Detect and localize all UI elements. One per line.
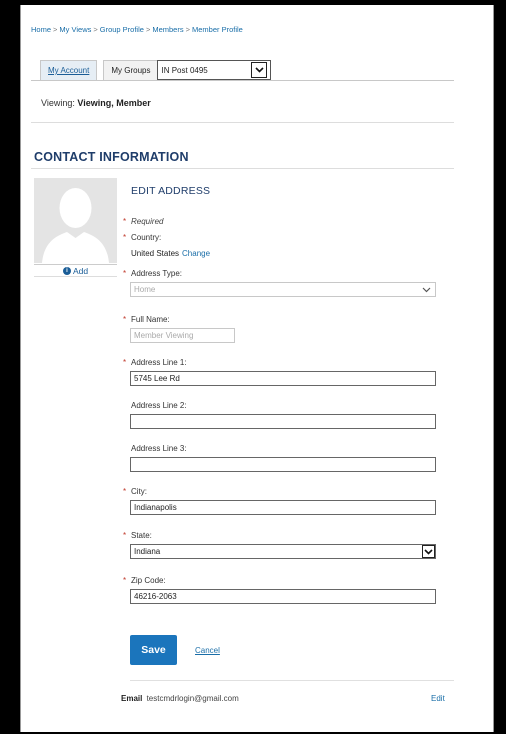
city-value: Indianapolis [134, 503, 177, 512]
zip-value: 46216-2063 [134, 592, 177, 601]
chevron-down-icon [251, 62, 268, 78]
save-button[interactable]: Save [130, 635, 177, 665]
full-name-field: Member Viewing [130, 328, 235, 343]
state-label-text: State: [131, 531, 152, 540]
breadcrumb-home[interactable]: Home [31, 25, 51, 34]
city-label: * City: [123, 487, 147, 496]
section-title: CONTACT INFORMATION [34, 150, 189, 164]
divider [130, 680, 454, 681]
country-value-row: United States Change [131, 249, 210, 258]
tab-my-account[interactable]: My Account [40, 60, 98, 80]
account-tabs: My Account My Groups IN Post 0495 [40, 60, 272, 80]
add-photo-label: Add [72, 265, 89, 276]
cancel-link[interactable]: Cancel [195, 646, 220, 655]
address-line-1-label: * Address Line 1: [123, 358, 187, 367]
required-marker: * [123, 217, 127, 226]
tabs-divider [31, 80, 454, 81]
add-photo-link[interactable]: i Add [34, 264, 117, 277]
address-line-1-input[interactable]: 5745 Lee Rd [130, 371, 436, 386]
required-marker: * [123, 358, 127, 367]
viewing-indicator: Viewing: Viewing, Member [41, 98, 151, 108]
address-line-3-input[interactable] [130, 457, 436, 472]
required-marker: * [123, 531, 127, 540]
breadcrumb-separator: > [145, 25, 151, 34]
email-value: testcmdrlogin@gmail.com [146, 694, 239, 703]
change-country-link[interactable]: Change [182, 249, 210, 258]
full-name-label-text: Full Name: [131, 315, 170, 324]
breadcrumb-my-views[interactable]: My Views [59, 25, 91, 34]
breadcrumb-members[interactable]: Members [152, 25, 183, 34]
avatar [34, 178, 117, 263]
required-marker: * [123, 233, 127, 242]
state-label: * State: [123, 531, 152, 540]
chevron-down-icon [422, 545, 435, 558]
address-type-select[interactable]: Home [130, 282, 436, 297]
country-label: * Country: [123, 233, 161, 242]
viewing-value: Viewing, Member [77, 98, 151, 108]
zip-input[interactable]: 46216-2063 [130, 589, 436, 604]
email-row: Email testcmdrlogin@gmail.com [121, 694, 239, 703]
country-label-text: Country: [131, 233, 162, 242]
breadcrumb-group-profile[interactable]: Group Profile [100, 25, 144, 34]
address-type-label-text: Address Type: [131, 269, 182, 278]
address-line-3-label: Address Line 3: [131, 444, 187, 453]
page-frame: Home > My Views > Group Profile > Members > Memb… [20, 5, 494, 732]
address-type-label: * Address Type: [123, 269, 182, 278]
state-select[interactable]: Indiana [130, 544, 436, 559]
viewing-label: Viewing: [41, 98, 75, 108]
required-marker: * [123, 269, 127, 278]
breadcrumb-separator: > [53, 25, 58, 34]
required-marker: * [123, 487, 127, 496]
address-line-1-value: 5745 Lee Rd [134, 374, 180, 383]
edit-email-link[interactable]: Edit [431, 694, 445, 703]
required-note: * Required [123, 217, 163, 226]
zip-label: * Zip Code: [123, 576, 166, 585]
address-line-2-label: Address Line 2: [131, 401, 187, 410]
breadcrumb: Home > My Views > Group Profile > Members > Memb… [31, 25, 243, 34]
address-type-value: Home [134, 285, 156, 294]
breadcrumb-separator: > [93, 25, 98, 34]
breadcrumb-separator: > [185, 25, 190, 34]
address-line-2-input[interactable] [130, 414, 436, 429]
city-input[interactable]: Indianapolis [130, 500, 436, 515]
tab-my-groups[interactable]: My Groups [103, 60, 158, 80]
country-value: United States [131, 249, 180, 258]
full-name-value: Member Viewing [134, 331, 194, 340]
divider [31, 168, 454, 169]
info-icon: i [62, 266, 71, 275]
user-silhouette-icon [34, 178, 117, 263]
zip-label-text: Zip Code: [131, 576, 166, 585]
full-name-label: * Full Name: [123, 315, 170, 324]
required-marker: * [123, 576, 127, 585]
address-line-1-label-text: Address Line 1: [131, 358, 187, 367]
email-label: Email [121, 694, 143, 703]
divider [31, 122, 454, 123]
breadcrumb-member-profile[interactable]: Member Profile [192, 25, 243, 34]
chevron-down-icon [420, 284, 432, 295]
state-value: Indiana [134, 547, 161, 556]
required-marker: * [123, 315, 127, 324]
required-note-text: Required [131, 217, 164, 226]
city-label-text: City: [131, 487, 147, 496]
group-select-value: IN Post 0495 [161, 65, 208, 75]
form-title: EDIT ADDRESS [131, 185, 211, 197]
group-select[interactable]: IN Post 0495 [157, 60, 272, 80]
